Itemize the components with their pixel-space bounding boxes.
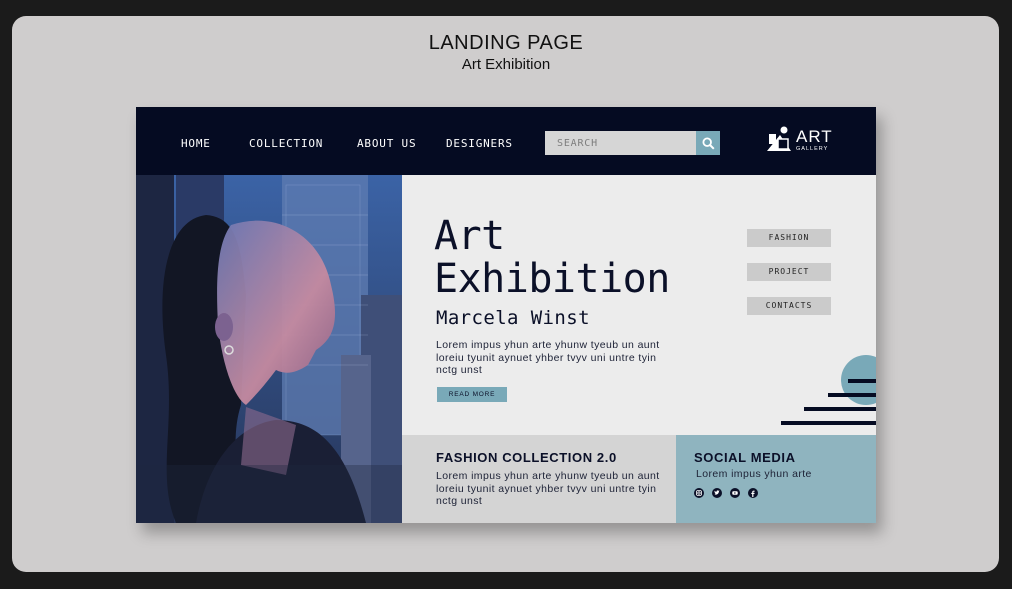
hero-title: Art Exhibition xyxy=(434,215,670,301)
heading-title: LANDING PAGE xyxy=(428,32,584,54)
heading-subtitle: Art Exhibition xyxy=(461,56,551,73)
side-menu-project[interactable]: PROJECT xyxy=(747,263,831,281)
logo-mark-icon xyxy=(767,126,791,151)
search-button[interactable] xyxy=(696,131,720,155)
nav-collection[interactable]: COLLECTION xyxy=(249,137,323,150)
nav-about-us[interactable]: ABOUT US xyxy=(357,137,416,150)
instagram-icon[interactable] xyxy=(694,488,704,498)
social-media-text: Lorem impus yhun arte xyxy=(696,468,812,480)
fashion-collection-title: FASHION COLLECTION 2.0 xyxy=(436,450,617,465)
search-input[interactable] xyxy=(545,131,695,155)
side-menu-fashion[interactable]: FASHION xyxy=(747,229,831,247)
facebook-icon[interactable] xyxy=(748,488,758,498)
decorative-line xyxy=(781,421,876,425)
decorative-line xyxy=(828,393,876,397)
decorative-line xyxy=(848,379,876,383)
twitter-icon[interactable] xyxy=(712,488,722,498)
landing-page-mockup: HOME COLLECTION ABOUT US DESIGNERS ART G… xyxy=(136,107,876,523)
youtube-icon[interactable] xyxy=(730,488,740,498)
page-heading: LANDING PAGE Art Exhibition xyxy=(0,32,1012,73)
nav-designers[interactable]: DESIGNERS xyxy=(446,137,513,150)
search-icon xyxy=(701,136,715,150)
hero-description: Lorem impus yhun arte yhunw tyeub un aun… xyxy=(436,339,660,376)
hero-photo xyxy=(136,175,402,523)
social-media-title: SOCIAL MEDIA xyxy=(694,450,796,465)
gallery-logo[interactable]: ART GALLERY xyxy=(766,125,832,155)
fashion-collection-text: Lorem impus yhun arte yhunw tyeub un aun… xyxy=(436,470,660,507)
artist-name: Marcela Winst xyxy=(436,307,590,329)
logo-subtext: GALLERY xyxy=(796,146,829,152)
social-icons xyxy=(694,488,758,498)
read-more-button[interactable]: READ MORE xyxy=(437,387,507,402)
nav-home[interactable]: HOME xyxy=(181,137,211,150)
woman-city-photo xyxy=(136,175,402,523)
hero-title-line1: Art xyxy=(434,213,505,259)
decorative-line xyxy=(804,407,876,411)
side-menu-contacts[interactable]: CONTACTS xyxy=(747,297,831,315)
search-box xyxy=(545,131,720,155)
top-nav: HOME COLLECTION ABOUT US DESIGNERS ART G… xyxy=(136,107,876,175)
hero-title-line2: Exhibition xyxy=(434,256,670,302)
logo-text: ART xyxy=(796,127,833,146)
